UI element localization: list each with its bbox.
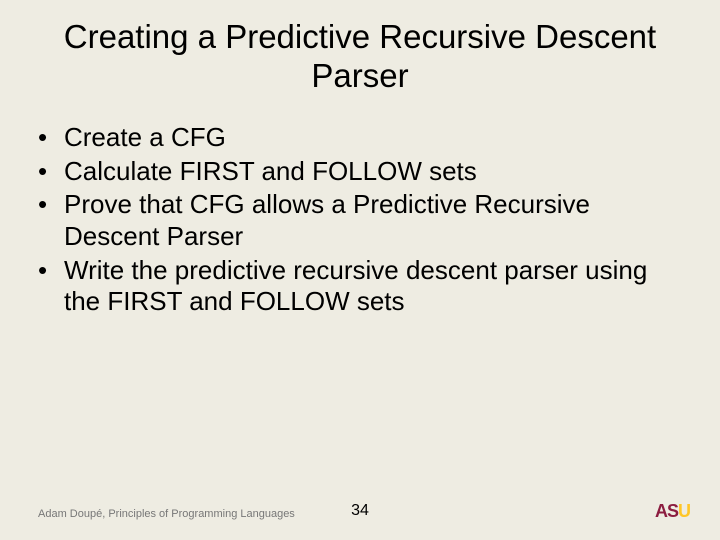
list-item: Create a CFG: [38, 122, 680, 154]
list-item: Write the predictive recursive descent p…: [38, 255, 680, 318]
bullet-list: Create a CFG Calculate FIRST and FOLLOW …: [0, 104, 720, 318]
slide-title: Creating a Predictive Recursive Descent …: [0, 0, 720, 104]
logo-part-2: U: [678, 501, 690, 521]
logo-part-1: AS: [655, 501, 678, 521]
list-item: Prove that CFG allows a Predictive Recur…: [38, 189, 680, 252]
footer: Adam Doupé, Principles of Programming La…: [0, 496, 720, 520]
list-item: Calculate FIRST and FOLLOW sets: [38, 156, 680, 188]
asu-logo: ASU: [655, 501, 690, 522]
author-credit: Adam Doupé, Principles of Programming La…: [38, 508, 295, 520]
page-number: 34: [351, 502, 369, 520]
